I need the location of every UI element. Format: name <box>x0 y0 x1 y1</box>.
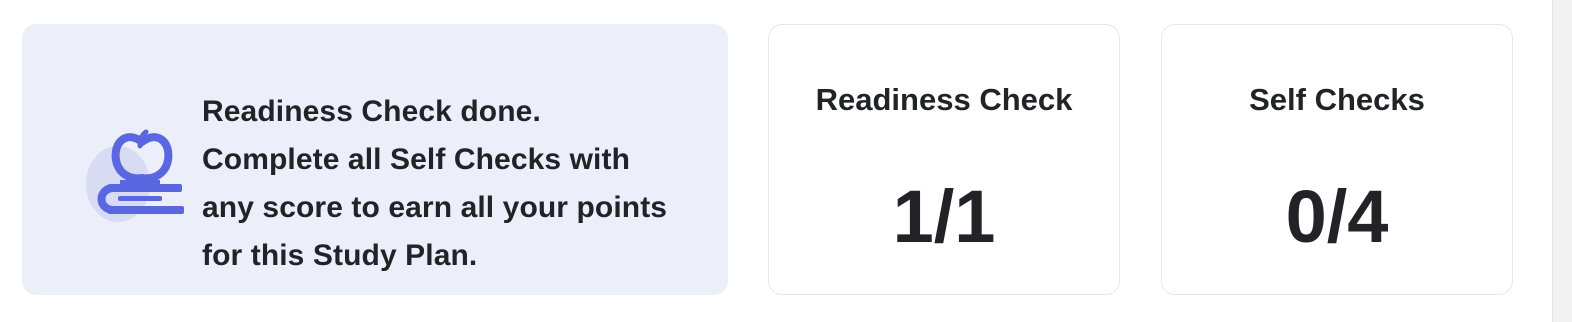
banner-message-line: Complete all Self Checks with <box>202 143 631 176</box>
banner-message-line: for this Study Plan. <box>202 239 478 272</box>
readiness-check-count: 1/1 <box>892 175 996 258</box>
study-plan-status-banner: Readiness Check done. Complete all Self … <box>22 24 728 295</box>
self-checks-title: Self Checks <box>1249 82 1425 117</box>
banner-message: Readiness Check done. Complete all Self … <box>202 88 712 280</box>
apple-on-book-icon <box>86 129 184 222</box>
self-checks-count: 0/4 <box>1285 175 1389 258</box>
readiness-check-card: Readiness Check 1/1 <box>768 24 1120 295</box>
vertical-scrollbar[interactable] <box>1552 0 1572 322</box>
banner-message-line: Readiness Check done. <box>202 95 541 128</box>
readiness-check-title: Readiness Check <box>815 82 1073 117</box>
banner-message-line: any score to earn all your points <box>202 191 668 224</box>
self-checks-card: Self Checks 0/4 <box>1161 24 1513 295</box>
